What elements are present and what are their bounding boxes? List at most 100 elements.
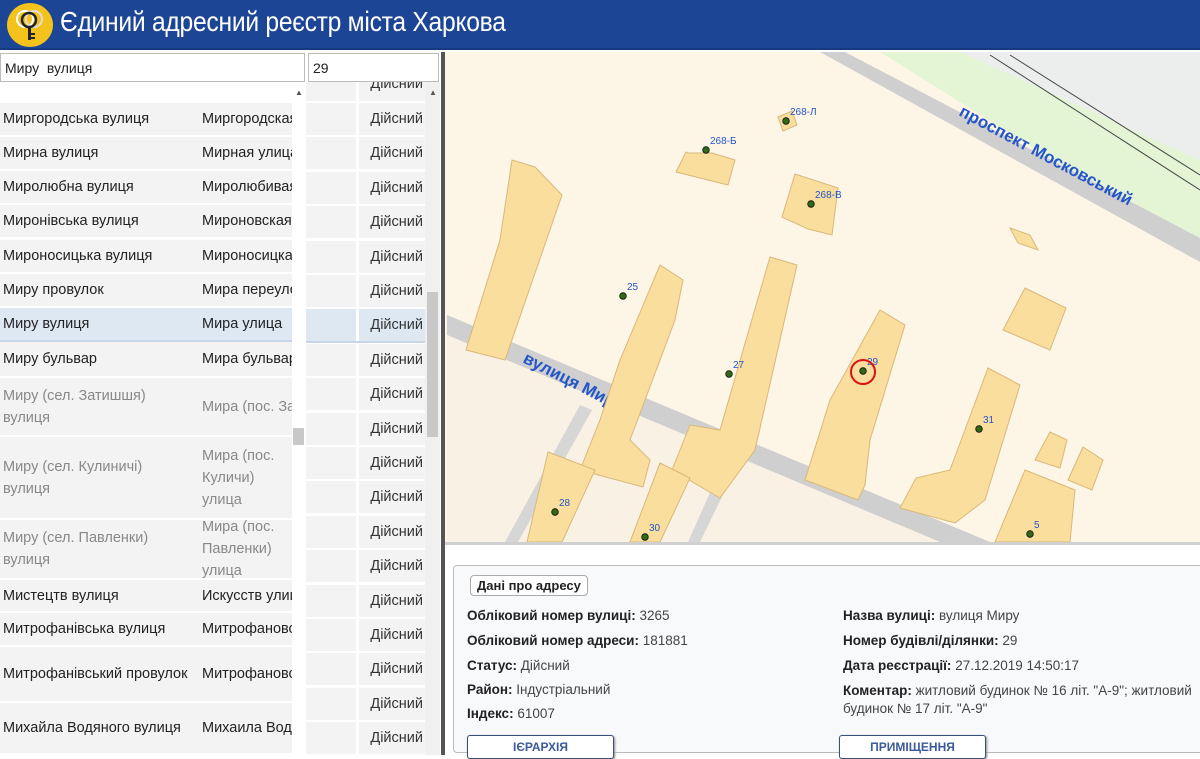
street-row[interactable]: Миронівська вулиця Мироновская [0,205,292,239]
fieldset-legend: Дані про адресу [470,575,588,596]
district-field: Район: Індустріальний [467,682,611,697]
street-name-ru: Мира (пос. Затишье) [202,398,292,415]
street-name-ru: Миргородская [202,111,292,127]
status-cell[interactable]: Дійсний [306,343,425,378]
map-view[interactable]: проспект Московський вулиця Миру 268-Л 26… [445,52,1200,542]
status-cell[interactable]: Дійсний [306,550,425,585]
status-field: Статус: Дійсний [467,658,570,673]
street-name-ua: Миру бульвар [3,351,97,367]
street-row[interactable]: Миру провулок Мира переулок [0,274,292,308]
street-name-ru: Миролюбивая [202,179,292,195]
street-name-ru: Мира улица [202,316,283,332]
building-number-label: 268-Б [710,136,737,147]
status-cell[interactable]: Дійсний [306,103,425,137]
street-name-ru: Мирная улица [202,145,292,161]
comment-field: Коментар: житловий будинок № 16 літ. "А-… [843,683,1192,716]
street-name-ru: Михаила Водяного [202,720,292,736]
building-number-label: 268-В [815,190,842,201]
address-point[interactable] [551,508,559,516]
address-point[interactable] [619,292,627,300]
status-scrollbar[interactable]: ▲ [425,82,440,755]
house-number-input[interactable] [308,53,439,82]
status-cell[interactable]: Дійсний [306,687,425,722]
address-point[interactable] [641,533,649,541]
status-cell[interactable]: Дійсний [306,137,425,172]
status-cell[interactable]: Дійсний [306,481,425,516]
list-scrollbar[interactable]: ▲ [292,82,306,755]
status-cell[interactable]: Дійсний [306,309,425,344]
hierarchy-button[interactable]: ІЄРАРХІЯ [467,735,614,759]
street-name-ua: Мирна вулиця [3,145,99,161]
street-name-ru: Искусств улица [202,587,292,604]
status-cell[interactable]: Дійсний [306,447,425,481]
address-point[interactable] [807,200,815,208]
status-cell[interactable]: Дійсний [306,722,425,755]
street-name-ru: Мироносицкая [202,248,292,264]
street-row[interactable]: Мирна вулиця Мирная улица [0,137,292,171]
street-id-field: Обліковий номер вулиці: 3265 [467,608,670,623]
street-name-ua: Миролюбна вулиця [3,179,134,195]
street-name-ru: Мира бульвар [202,351,292,367]
street-list-panel: Миргородська вулиця Миргородская Мирна вул… [0,52,441,755]
street-row[interactable]: Митрофанівська вулиця Митрофановская [0,613,292,647]
street-row[interactable]: Митрофанівський провулок Митрофановский [0,647,292,703]
street-row[interactable]: Миру (сел. Павленки) вулиця Мира (пос. Па… [0,520,292,580]
address-id-field: Обліковий номер адреси: 181881 [467,633,688,648]
premises-button[interactable]: ПРИМІЩЕННЯ [839,735,986,759]
street-row[interactable]: Миру (сел. Кулиничі) вулиця Мира (пос. Ку… [0,437,292,520]
street-name-ua: Митрофанівський провулок [3,666,188,682]
street-row[interactable]: Миру (сел. Затишшя) вулиця Мира (пос. Зат… [0,378,292,437]
address-point[interactable] [1026,530,1034,538]
street-row[interactable]: Миргородська вулиця Миргородская [0,103,292,137]
street-name-ua: Миру провулок [3,282,104,298]
status-cell[interactable]: Дійсний [306,171,425,206]
street-row[interactable]: Мироносицька вулиця Мироносицкая [0,240,292,274]
street-name-ru: Митрофановская [202,621,292,637]
app-header: Єдиний адресний реєстр міста Харкова [0,0,1200,50]
building-number-label: 25 [627,282,639,293]
street-name-ua: Мироносицька вулиця [3,248,153,264]
street-name-ua: Миру (сел. Кулиничі) вулиця [3,458,143,497]
postal-index-field: Індекс: 61007 [467,706,555,721]
street-name-ua: Миргородська вулиця [3,111,150,127]
street-name-ru: Мира переулок [202,282,292,298]
status-cell[interactable]: Дійсний [306,82,425,103]
status-cell[interactable]: Дійсний [306,240,425,275]
street-name-ua: Миру (сел. Павленки) вулиця [3,530,149,568]
address-details-fieldset: Дані про адресу Обліковий номер вулиці: … [453,565,1200,759]
street-row[interactable]: Миру вулиця Мира улица [0,308,292,342]
status-cell[interactable]: Дійсний [306,584,425,619]
address-point[interactable] [725,370,733,378]
street-name-ua: Митрофанівська вулиця [3,621,166,637]
building-number-label: 268-Л [790,107,817,118]
address-point[interactable] [782,117,790,125]
address-point[interactable] [702,146,710,154]
keys-logo-icon [7,3,53,47]
street-row[interactable]: Михайла Водяного вулиця Михаила Водяного [0,703,292,755]
street-row[interactable]: Миру бульвар Мира бульвар [0,342,292,378]
app-title: Єдиний адресний реєстр міста Харкова [60,6,506,37]
address-point[interactable] [859,367,867,375]
status-cell[interactable]: Дійсний [306,619,425,653]
street-row[interactable]: Мистецтв вулиця Искусств улица [0,580,292,613]
status-cell[interactable]: Дійсний [306,275,425,309]
building-number-label: 28 [559,498,571,509]
street-name-ru: Митрофановский [202,666,292,682]
street-name-ru: Мироновская [202,213,292,229]
status-cell[interactable]: Дійсний [306,653,425,688]
building-number-label: 27 [733,360,745,371]
building-number-label: 5 [1034,520,1040,531]
street-name-ua: Миру (сел. Затишшя) вулиця [3,387,146,426]
street-row[interactable]: Миролюбна вулиця Миролюбивая [0,171,292,205]
status-cell[interactable]: Дійсний [306,515,425,550]
street-name-ua: Михайла Водяного вулиця [3,720,181,736]
status-cell[interactable]: Дійсний [306,206,425,241]
status-cell[interactable]: Дійсний [306,378,425,413]
street-search-input[interactable] [0,53,305,82]
street-name-ua: Миру вулиця [3,316,90,332]
building-number-field: Номер будівлі/ділянки: 29 [843,633,1018,648]
status-cell[interactable]: Дійсний [306,412,425,447]
address-point[interactable] [975,425,983,433]
address-details-panel: Дані про адресу Обліковий номер вулиці: … [445,542,1200,759]
building-number-label: 30 [649,523,661,534]
